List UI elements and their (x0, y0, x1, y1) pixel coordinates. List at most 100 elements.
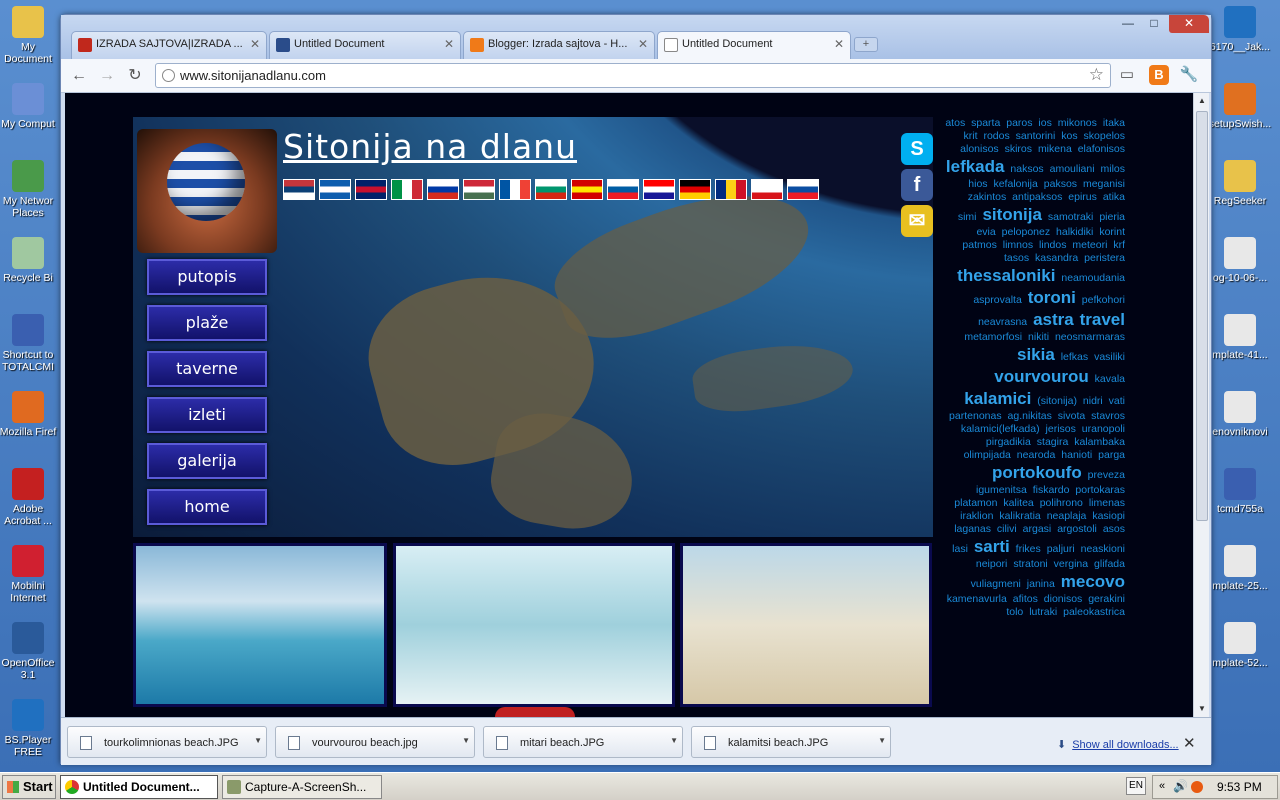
tag-link[interactable]: limnos (1003, 239, 1033, 251)
tag-link[interactable]: kalamici (964, 389, 1031, 408)
tag-link[interactable]: krf (1113, 239, 1125, 251)
site-logo[interactable] (137, 129, 277, 253)
tag-link[interactable]: krit (964, 130, 978, 142)
tag-link[interactable]: naksos (1010, 163, 1043, 175)
tag-link[interactable]: nidri (1083, 395, 1103, 407)
page-menu-icon[interactable]: ▭ (1117, 65, 1137, 85)
tag-link[interactable]: neaskioni (1081, 543, 1125, 555)
desktop-icon[interactable]: enovniknovi (1208, 391, 1272, 438)
dropdown-arrow-icon[interactable]: ▼ (878, 736, 886, 745)
flag-slovakia-icon[interactable] (787, 179, 819, 200)
tag-link[interactable]: vasiliki (1094, 351, 1125, 363)
tag-link[interactable]: astra (1033, 310, 1074, 329)
desktop-icon[interactable]: setupSwish... (1208, 83, 1272, 130)
tag-link[interactable]: zakintos (968, 191, 1007, 203)
tag-link[interactable]: kasiopi (1092, 510, 1125, 522)
flag-macedonia-icon[interactable] (571, 179, 603, 200)
terrace-photo[interactable] (680, 543, 932, 707)
desktop-icon[interactable]: mplate-52... (1208, 622, 1272, 669)
menu-izleti[interactable]: izleti (147, 397, 267, 433)
new-tab-button[interactable]: + (854, 37, 878, 52)
flag-serbia-icon[interactable] (283, 179, 315, 200)
tag-link[interactable]: (sitonija) (1037, 395, 1077, 407)
tag-link[interactable]: kalikratia (999, 510, 1040, 522)
tag-link[interactable]: paljuri (1047, 543, 1075, 555)
show-all-downloads-link[interactable]: ⬇ Show all downloads... (1057, 738, 1179, 751)
antivirus-icon[interactable] (1191, 781, 1203, 793)
bedroom-photo[interactable] (393, 543, 675, 707)
tag-link[interactable]: portokaras (1075, 484, 1125, 496)
reload-button[interactable]: ↻ (125, 67, 145, 85)
tag-link[interactable]: kasandra (1035, 252, 1078, 264)
tag-link[interactable]: lutraki (1029, 606, 1057, 618)
tag-link[interactable]: ios (1038, 117, 1051, 129)
tag-link[interactable]: neavrasna (978, 316, 1027, 328)
menu-taverne[interactable]: taverne (147, 351, 267, 387)
flag-czech-icon[interactable] (751, 179, 783, 200)
maximize-button[interactable]: □ (1141, 15, 1167, 33)
dropdown-arrow-icon[interactable]: ▼ (462, 736, 470, 745)
bookmark-star-icon[interactable]: ☆ (1089, 65, 1104, 85)
tag-link[interactable]: tasos (1004, 252, 1029, 264)
desktop-icon[interactable]: 6170__Jak... (1208, 6, 1272, 53)
tag-link[interactable]: vuliagmeni (971, 578, 1021, 590)
tag-link[interactable]: atos (945, 117, 965, 129)
download-item[interactable]: tourkolimnionas beach.JPG ▼ (67, 726, 267, 758)
flag-romania-icon[interactable] (715, 179, 747, 200)
tag-link[interactable]: sikia (1017, 345, 1055, 364)
tab-izrada-sajtova[interactable]: IZRADA SAJTOVA|IZRADA ... ✕ (71, 31, 267, 59)
tag-link[interactable]: kalambaka (1074, 436, 1125, 448)
scroll-up-arrow-icon[interactable]: ▲ (1194, 93, 1210, 109)
desktop-icon[interactable]: OpenOffice 3.1 (0, 622, 60, 681)
wrench-icon[interactable]: 🔧 (1179, 65, 1199, 85)
tag-link[interactable]: kalamici(lefkada) (961, 423, 1040, 435)
tag-link[interactable]: simi (958, 211, 977, 223)
desktop-icon[interactable]: tcmd755a (1208, 468, 1272, 515)
start-button[interactable]: Start (2, 775, 56, 799)
tag-link[interactable]: hanioti (1061, 449, 1092, 461)
tag-link[interactable]: afitos (1013, 593, 1038, 605)
tag-link[interactable]: sivota (1058, 410, 1085, 422)
tag-link[interactable]: rodos (983, 130, 1009, 142)
tag-link[interactable]: kavala (1095, 373, 1125, 385)
menu-putopis[interactable]: putopis (147, 259, 267, 295)
desktop-icon[interactable]: Shortcut to TOTALCMI (0, 314, 60, 373)
tag-link[interactable]: atika (1103, 191, 1125, 203)
tag-link[interactable]: sitonija (982, 205, 1042, 224)
tag-link[interactable]: metamorfosi (964, 331, 1022, 343)
tag-link[interactable]: asprovalta (973, 294, 1021, 306)
desktop-icon[interactable]: RegSeeker (1208, 160, 1272, 207)
minimize-button[interactable]: — (1115, 15, 1141, 33)
scrollbar-thumb[interactable] (1196, 111, 1208, 521)
tag-link[interactable]: lasi (952, 543, 968, 555)
tag-link[interactable]: neosmarmaras (1055, 331, 1125, 343)
download-item[interactable]: mitari beach.JPG ▼ (483, 726, 683, 758)
desktop-icon[interactable]: Mozilla Firef (0, 391, 60, 438)
facebook-icon[interactable]: f (901, 169, 933, 201)
flag-uk-icon[interactable] (355, 179, 387, 200)
tag-link[interactable]: mikena (1038, 143, 1072, 155)
tag-link[interactable]: travel (1080, 310, 1125, 329)
menu-home[interactable]: home (147, 489, 267, 525)
vertical-scrollbar[interactable]: ▲ ▼ (1193, 93, 1209, 717)
tag-link[interactable]: platamon (954, 497, 997, 509)
skype-icon[interactable]: S (901, 133, 933, 165)
tag-link[interactable]: milos (1100, 163, 1125, 175)
tag-link[interactable]: korint (1099, 226, 1125, 238)
tag-link[interactable]: itaka (1103, 117, 1125, 129)
tag-link[interactable]: thessaloniki (957, 266, 1055, 285)
tag-link[interactable]: vergina (1054, 558, 1088, 570)
tag-link[interactable]: halkidiki (1056, 226, 1093, 238)
tag-link[interactable]: igumenitsa (976, 484, 1027, 496)
volume-icon[interactable]: 🔊 (1173, 779, 1188, 793)
tag-link[interactable]: kalitea (1003, 497, 1033, 509)
tag-link[interactable]: argostoli (1057, 523, 1097, 535)
tag-link[interactable]: alonisos (960, 143, 999, 155)
flag-bulgaria-icon[interactable] (535, 179, 567, 200)
tag-link[interactable]: meganisi (1083, 178, 1125, 190)
tag-link[interactable]: neaplaja (1047, 510, 1087, 522)
tag-link[interactable]: neipori (976, 558, 1008, 570)
tag-link[interactable]: nikiti (1028, 331, 1049, 343)
tag-link[interactable]: amouliani (1050, 163, 1095, 175)
clock[interactable]: 9:53 PM (1217, 780, 1262, 794)
